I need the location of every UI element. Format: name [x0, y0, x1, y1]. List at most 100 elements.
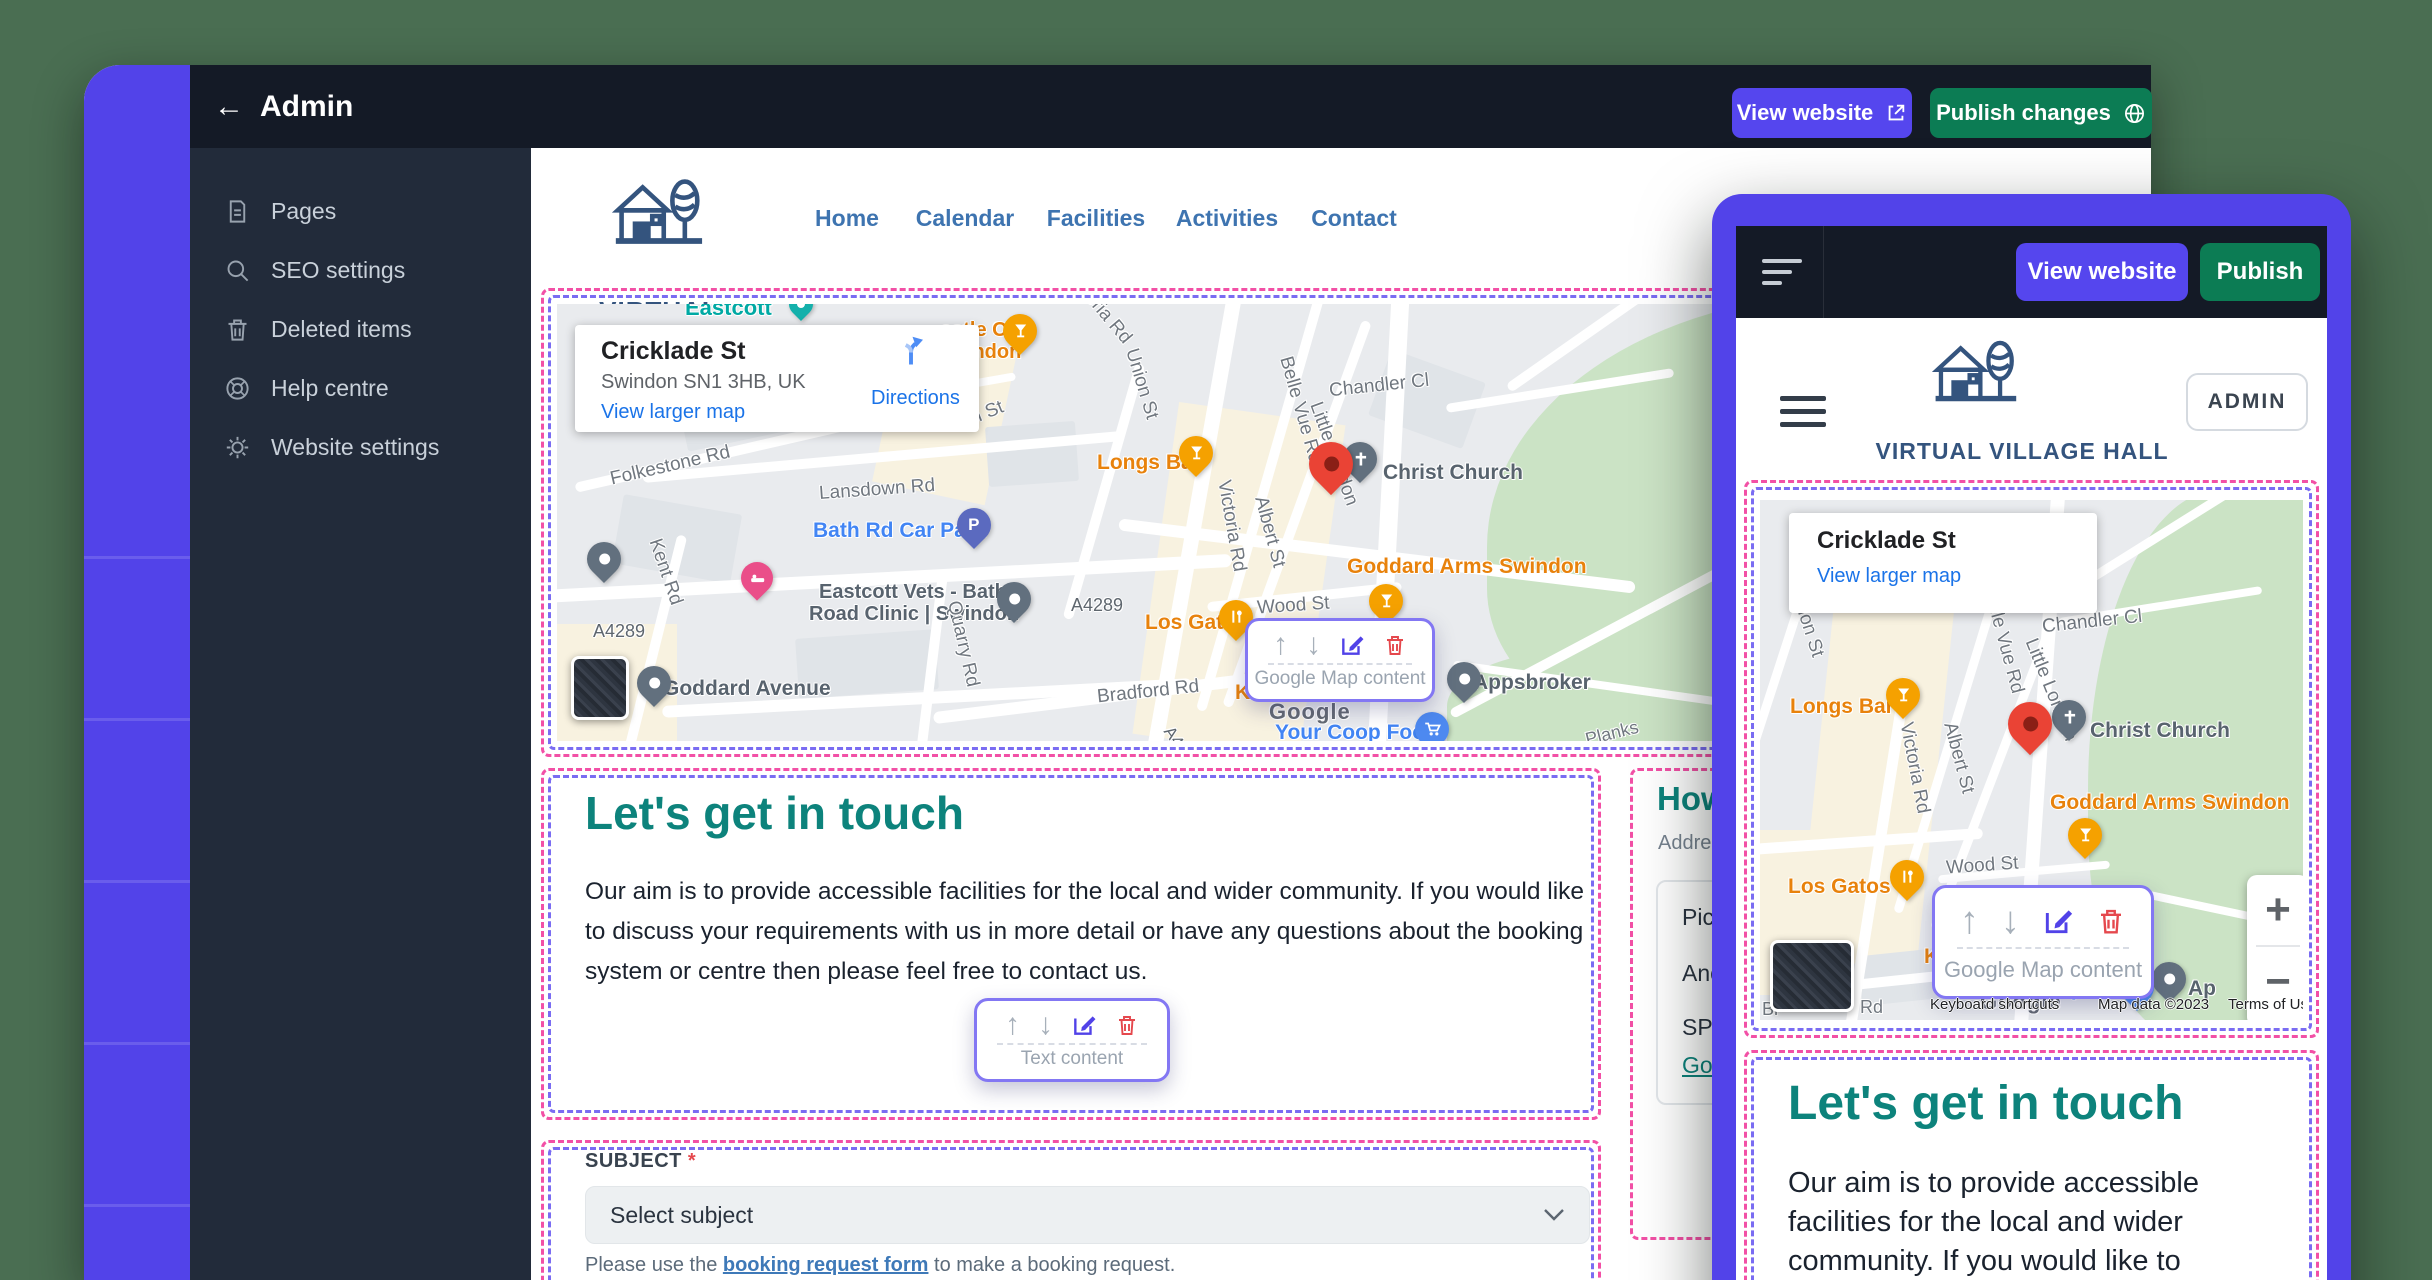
mobile-menu-icon[interactable]	[1736, 226, 1824, 318]
view-website-button[interactable]: View website	[1732, 88, 1912, 138]
nav-activities[interactable]: Activities	[1176, 205, 1278, 232]
publish-changes-button[interactable]: Publish changes	[1930, 88, 2152, 138]
move-up-button[interactable]: ↑	[1960, 902, 1979, 940]
map-label: Longs Bar	[1790, 696, 1894, 718]
toolbar-divider	[1268, 663, 1412, 665]
map-label: Wood St	[1256, 593, 1330, 618]
move-down-button[interactable]: ↓	[1306, 630, 1321, 660]
delete-icon[interactable]	[1383, 632, 1407, 658]
chevron-down-icon	[1543, 1208, 1565, 1222]
map-block-shape	[985, 421, 1079, 487]
accent-strip-divider	[84, 1042, 190, 1045]
back-arrow-icon[interactable]: ←	[214, 90, 244, 124]
hamburger-menu-icon[interactable]	[1780, 396, 1826, 427]
text-block-label: Text content	[1021, 1048, 1123, 1070]
keyboard-shortcuts-link[interactable]: Keyboard shortcuts	[1930, 996, 2059, 1013]
subject-select-value: Select subject	[610, 1202, 753, 1229]
zoom-in-button[interactable]: +	[2265, 875, 2291, 945]
map-label: Goddard Arms Swindon	[2050, 792, 2290, 814]
map-label: Eastcott Vets - Bath	[819, 582, 1007, 603]
sidebar-item-deleted-items[interactable]: Deleted items	[190, 304, 531, 354]
form-helper-text: Please use the booking request form to m…	[585, 1254, 1175, 1277]
sidebar-item-seo-settings[interactable]: SEO settings	[190, 245, 531, 295]
map-label: Lansdown Rd	[818, 476, 935, 504]
admin-badge-button[interactable]: ADMIN	[2186, 373, 2308, 431]
sidebar-item-website-settings[interactable]: Website settings	[190, 422, 531, 472]
view-larger-map-link[interactable]: View larger map	[601, 401, 745, 424]
mobile-map-info-card: Cricklade St View larger map	[1789, 513, 2097, 613]
delete-icon[interactable]	[2096, 905, 2126, 937]
sidebar-item-help-centre[interactable]: Help centre	[190, 363, 531, 413]
map-label: Los Gatos	[1788, 876, 1891, 898]
mobile-site-preview: VIRTUAL VILLAGE HALL ADMIN Cricklade St …	[1736, 318, 2327, 1280]
map-label: A4289	[593, 622, 645, 641]
directions-icon[interactable]	[893, 333, 929, 369]
map-data-label: Map data ©2023	[2098, 996, 2209, 1013]
directions-link[interactable]: Directions	[871, 387, 960, 410]
subject-select[interactable]: Select subject	[585, 1186, 1590, 1244]
toolbar-divider	[1957, 947, 2129, 949]
map-label: Road Clinic | Swindon	[809, 604, 1019, 625]
move-up-button[interactable]: ↑	[1273, 630, 1288, 660]
delete-icon[interactable]	[1115, 1012, 1139, 1038]
contact-heading: Let's get in touch	[585, 786, 964, 840]
sidebar-item-pages[interactable]: Pages	[190, 186, 531, 236]
contact-body: Our aim is to provide accessible facilit…	[585, 872, 1585, 992]
trash-icon	[224, 316, 251, 343]
accent-strip-divider	[84, 718, 190, 721]
search-icon	[224, 257, 251, 284]
map-label: Christ Church	[1383, 462, 1523, 484]
booking-request-form-link[interactable]: booking request form	[723, 1254, 929, 1276]
mobile-google-map-embed[interactable]: Cricklade St View larger map ↑ ↓ Google …	[1760, 500, 2303, 1020]
document-icon	[224, 198, 251, 225]
map-label: Goddard Arms Swindon	[1347, 556, 1587, 578]
gear-icon	[224, 434, 251, 461]
mobile-contact-heading: Let's get in touch	[1788, 1076, 2183, 1131]
mobile-site-logo-text: VIRTUAL VILLAGE HALL	[1872, 438, 2172, 465]
map-card-address: Swindon SN1 3HB, UK	[601, 371, 806, 394]
satellite-view-thumbnail[interactable]	[1770, 940, 1854, 1012]
edit-icon[interactable]	[2042, 905, 2074, 937]
globe-icon	[2123, 102, 2146, 125]
map-label: Folkestone Rd	[608, 442, 732, 489]
hotel-map-pin	[734, 555, 779, 600]
terms-of-use-link[interactable]: Terms of Use	[2228, 996, 2303, 1013]
edit-icon[interactable]	[1339, 632, 1365, 658]
nav-facilities[interactable]: Facilities	[1047, 205, 1145, 232]
nav-calendar[interactable]: Calendar	[916, 205, 1014, 232]
map-block-label: Google Map content	[1944, 957, 2142, 983]
map-label: Your Coop Food	[1275, 722, 1438, 741]
map-label: toria Rd	[1077, 304, 1135, 348]
map-card-title: Cricklade St	[601, 337, 746, 366]
admin-title: Admin	[260, 90, 353, 124]
move-down-button[interactable]: ↓	[1038, 1010, 1053, 1040]
accent-strip-divider	[84, 880, 190, 883]
site-logo	[612, 170, 704, 266]
map-label: A4289	[1071, 596, 1123, 615]
move-up-button[interactable]: ↑	[1005, 1010, 1020, 1040]
toolbar-divider	[997, 1043, 1147, 1045]
mobile-contact-body: Our aim is to provide accessible facilit…	[1788, 1164, 2266, 1280]
map-label: Eastcott	[685, 304, 772, 319]
map-card-title: Cricklade St	[1817, 527, 1956, 555]
mobile-site-logo	[1932, 332, 2018, 422]
map-label: Christ Church	[2090, 720, 2230, 742]
map-label: Goddard Avenue	[663, 678, 831, 700]
move-down-button[interactable]: ↓	[2001, 902, 2020, 940]
help-icon	[224, 375, 251, 402]
mobile-publish-button[interactable]: Publish	[2200, 243, 2320, 301]
text-block-toolbar: ↑ ↓ Text content	[974, 998, 1170, 1082]
view-larger-map-link[interactable]: View larger map	[1817, 565, 1961, 588]
window-accent-strip	[84, 65, 190, 1280]
nav-home[interactable]: Home	[815, 205, 879, 232]
map-info-card: Cricklade St Swindon SN1 3HB, UK View la…	[575, 325, 979, 432]
teal-map-pin	[784, 304, 818, 321]
nav-contact[interactable]: Contact	[1311, 205, 1397, 232]
map-label: Rd	[1860, 998, 1883, 1017]
admin-topbar: ← Admin View website Publish changes	[190, 65, 2151, 148]
satellite-view-thumbnail[interactable]	[571, 656, 629, 720]
subject-label: SUBJECT *	[585, 1150, 696, 1173]
mobile-view-website-button[interactable]: View website	[2016, 243, 2188, 301]
edit-icon[interactable]	[1071, 1012, 1097, 1038]
map-label: Appsbroker	[1473, 672, 1591, 694]
